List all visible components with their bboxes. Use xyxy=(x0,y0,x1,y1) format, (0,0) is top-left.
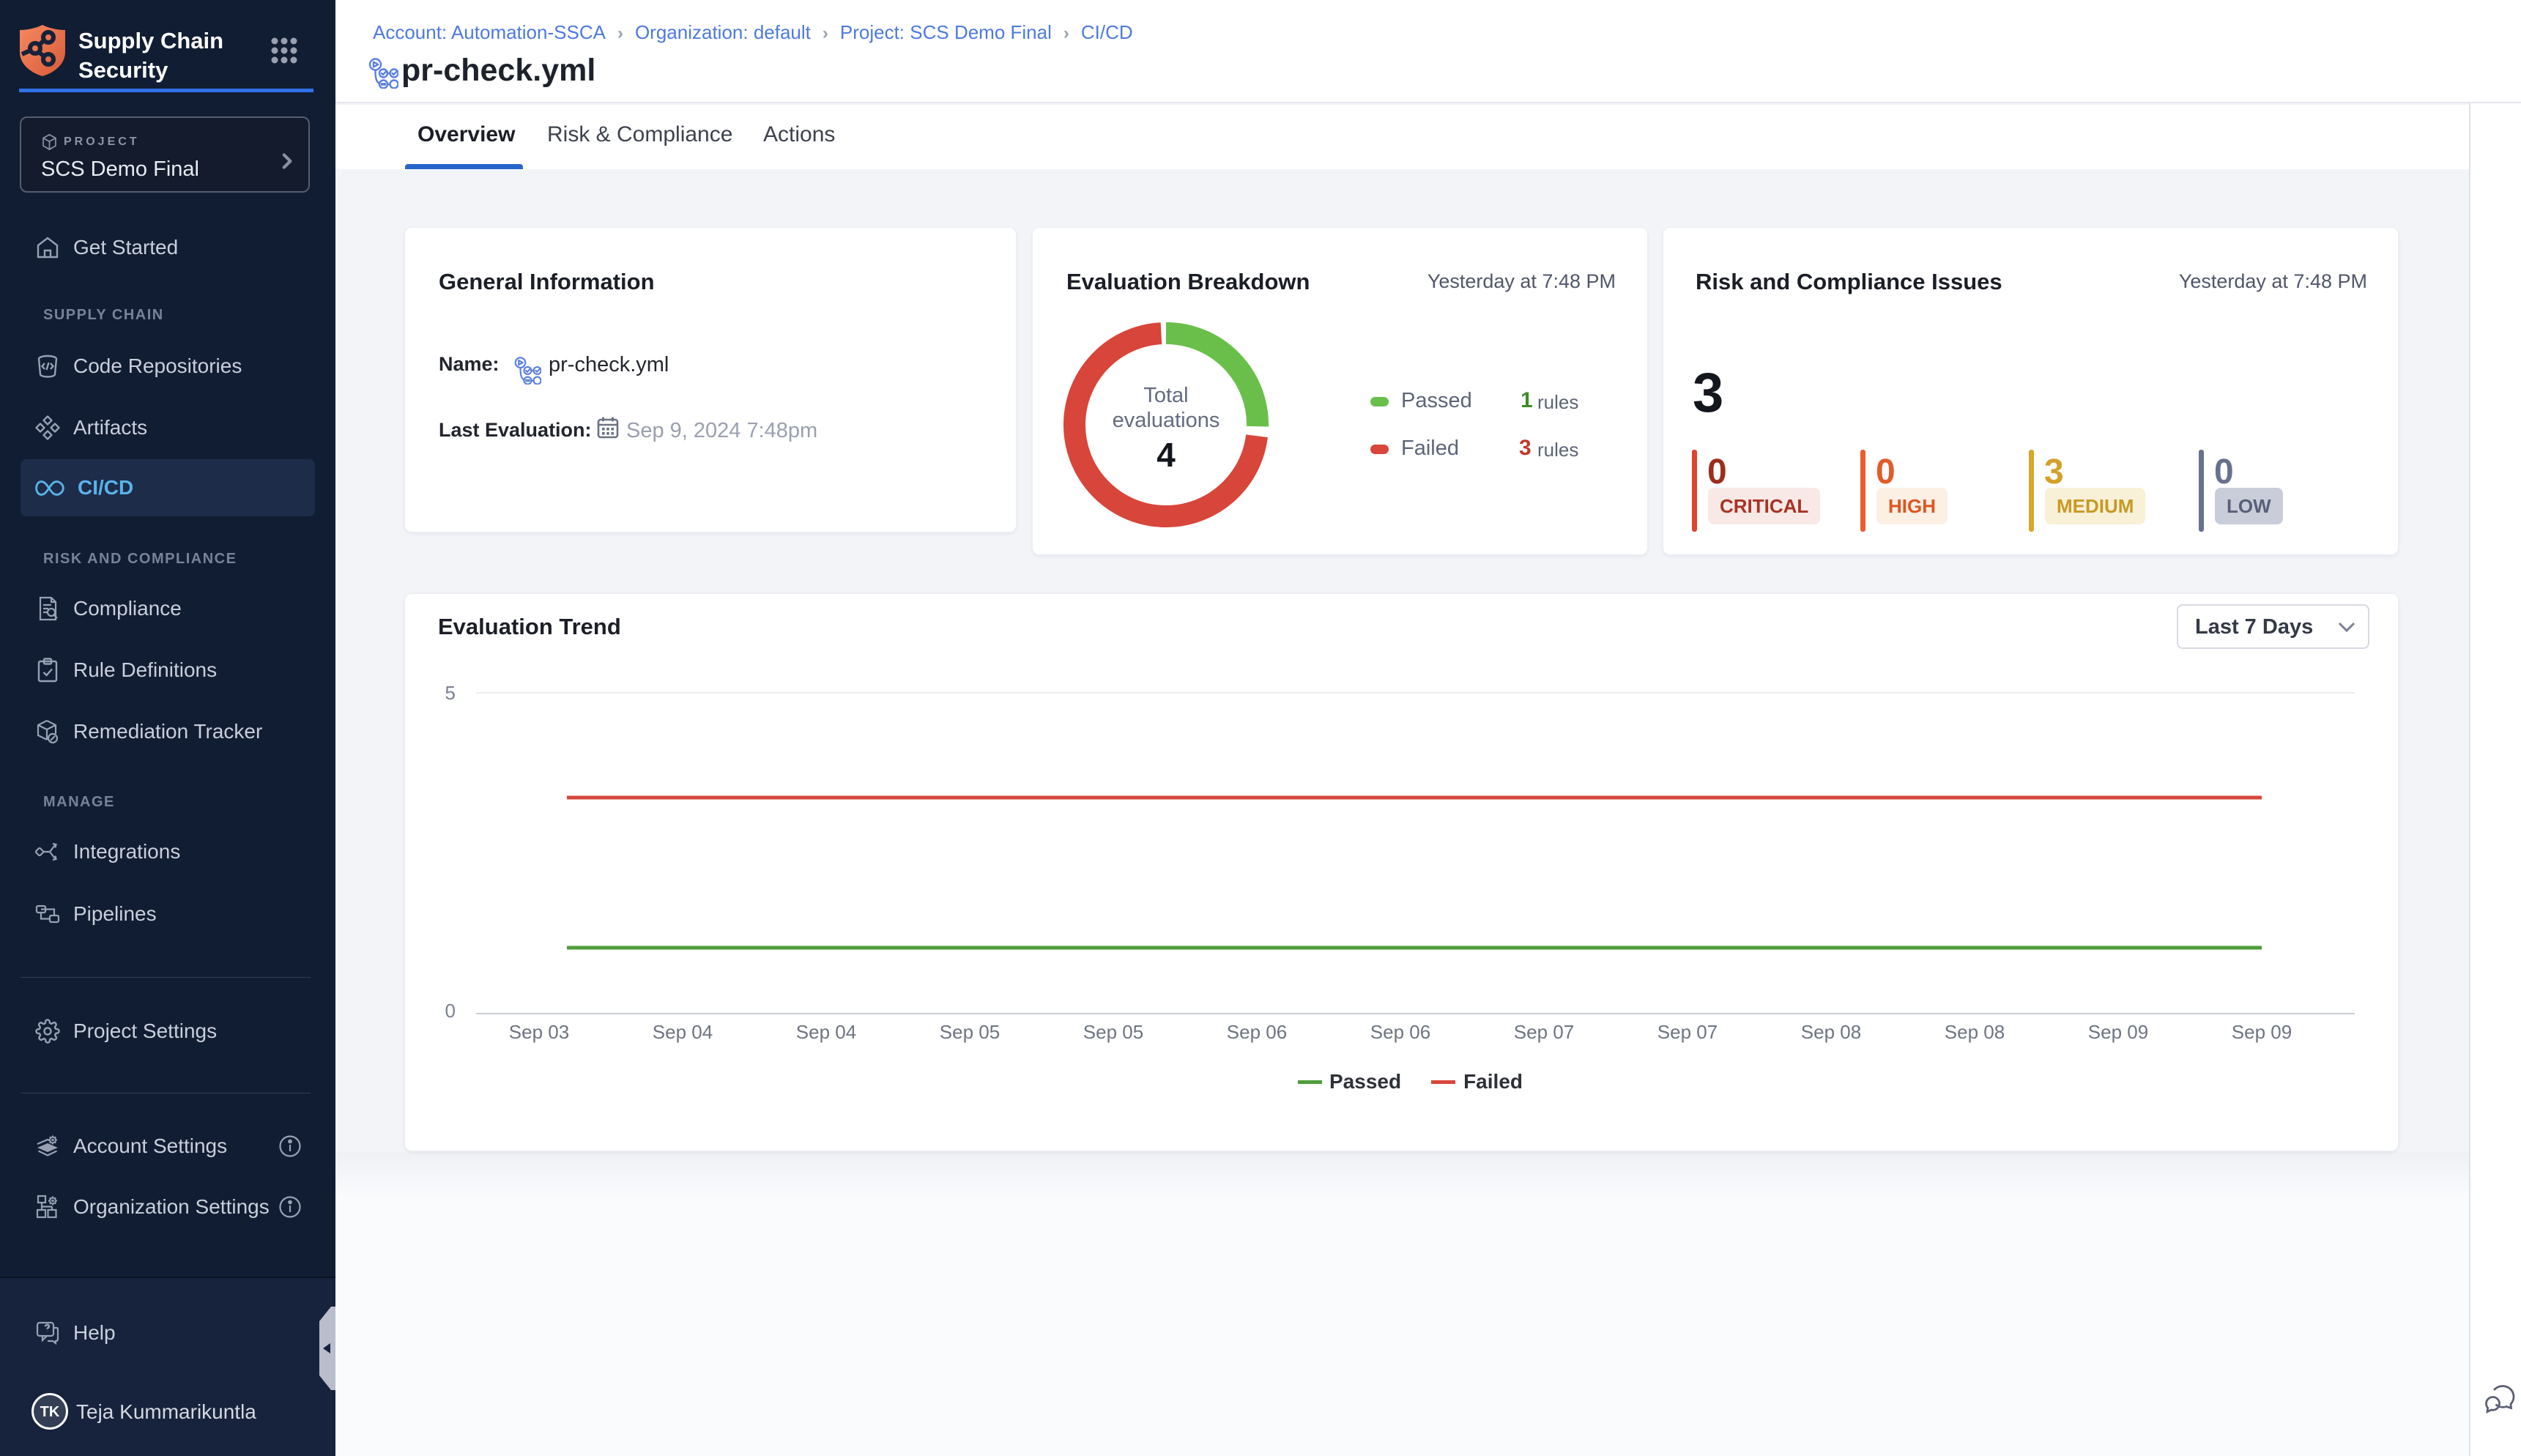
svg-text:0: 0 xyxy=(445,1000,456,1022)
svg-text:5: 5 xyxy=(445,682,456,704)
